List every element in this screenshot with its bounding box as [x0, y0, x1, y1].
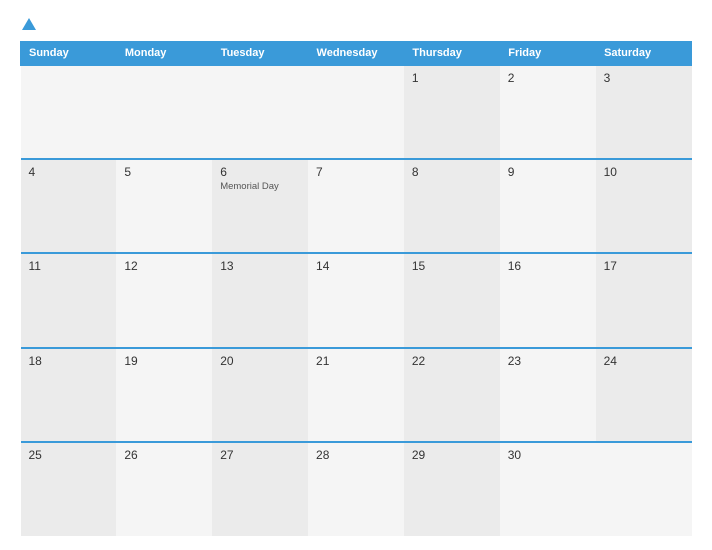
calendar-page: SundayMondayTuesdayWednesdayThursdayFrid… — [0, 0, 712, 550]
calendar-cell — [596, 442, 692, 536]
day-number: 23 — [508, 354, 588, 368]
day-number: 26 — [124, 448, 204, 462]
day-number: 7 — [316, 165, 396, 179]
day-number: 30 — [508, 448, 588, 462]
calendar-cell: 6 Memorial Day — [212, 159, 308, 253]
calendar-cell: 27 — [212, 442, 308, 536]
weekday-header-thursday: Thursday — [404, 42, 500, 66]
calendar-cell: 24 — [596, 348, 692, 442]
calendar-cell: 26 — [116, 442, 212, 536]
calendar-cell: 15 — [404, 253, 500, 347]
calendar-cell: 11 — [21, 253, 117, 347]
calendar-cell: 19 — [116, 348, 212, 442]
calendar-cell: 7 — [308, 159, 404, 253]
calendar-cell: 8 — [404, 159, 500, 253]
calendar-cell: 25 — [21, 442, 117, 536]
day-number: 6 — [220, 165, 300, 179]
day-number: 17 — [604, 259, 684, 273]
calendar-cell: 20 — [212, 348, 308, 442]
calendar-cell: 29 — [404, 442, 500, 536]
day-number: 2 — [508, 71, 588, 85]
day-number: 15 — [412, 259, 492, 273]
calendar-cell — [212, 65, 308, 159]
day-number: 3 — [604, 71, 684, 85]
day-number: 25 — [29, 448, 109, 462]
calendar-cell: 13 — [212, 253, 308, 347]
week-row-3: 18 19 20 21 22 23 24 — [21, 348, 692, 442]
week-row-1: 4 5 6 Memorial Day 7 8 9 10 — [21, 159, 692, 253]
day-number: 11 — [29, 259, 109, 273]
calendar-cell: 3 — [596, 65, 692, 159]
calendar-table: SundayMondayTuesdayWednesdayThursdayFrid… — [20, 41, 692, 536]
calendar-cell: 4 — [21, 159, 117, 253]
weekday-header-saturday: Saturday — [596, 42, 692, 66]
calendar-cell: 21 — [308, 348, 404, 442]
day-number: 12 — [124, 259, 204, 273]
day-number: 13 — [220, 259, 300, 273]
calendar-cell: 22 — [404, 348, 500, 442]
calendar-cell: 17 — [596, 253, 692, 347]
calendar-cell — [308, 65, 404, 159]
calendar-cell: 2 — [500, 65, 596, 159]
day-number: 29 — [412, 448, 492, 462]
week-row-2: 11 12 13 14 15 16 17 — [21, 253, 692, 347]
day-number: 1 — [412, 71, 492, 85]
logo — [20, 18, 36, 31]
day-number: 24 — [604, 354, 684, 368]
calendar-cell: 18 — [21, 348, 117, 442]
week-row-0: 1 2 3 — [21, 65, 692, 159]
calendar-cell — [21, 65, 117, 159]
calendar-cell: 30 — [500, 442, 596, 536]
weekday-header-sunday: Sunday — [21, 42, 117, 66]
calendar-cell: 9 — [500, 159, 596, 253]
day-number: 4 — [29, 165, 109, 179]
day-number: 10 — [604, 165, 684, 179]
day-number: 16 — [508, 259, 588, 273]
holiday-label: Memorial Day — [220, 181, 300, 192]
day-number: 28 — [316, 448, 396, 462]
calendar-cell: 5 — [116, 159, 212, 253]
calendar-cell: 10 — [596, 159, 692, 253]
weekday-header-row: SundayMondayTuesdayWednesdayThursdayFrid… — [21, 42, 692, 66]
day-number: 22 — [412, 354, 492, 368]
weekday-header-tuesday: Tuesday — [212, 42, 308, 66]
day-number: 18 — [29, 354, 109, 368]
calendar-cell — [116, 65, 212, 159]
weekday-header-monday: Monday — [116, 42, 212, 66]
day-number: 14 — [316, 259, 396, 273]
day-number: 9 — [508, 165, 588, 179]
calendar-cell: 12 — [116, 253, 212, 347]
day-number: 20 — [220, 354, 300, 368]
day-number: 5 — [124, 165, 204, 179]
calendar-cell: 16 — [500, 253, 596, 347]
weekday-header-wednesday: Wednesday — [308, 42, 404, 66]
calendar-cell: 23 — [500, 348, 596, 442]
logo-triangle-icon — [22, 18, 36, 30]
day-number: 27 — [220, 448, 300, 462]
calendar-cell: 28 — [308, 442, 404, 536]
calendar-cell: 1 — [404, 65, 500, 159]
day-number: 19 — [124, 354, 204, 368]
weekday-header-friday: Friday — [500, 42, 596, 66]
calendar-cell: 14 — [308, 253, 404, 347]
calendar-header — [20, 18, 692, 31]
day-number: 8 — [412, 165, 492, 179]
day-number: 21 — [316, 354, 396, 368]
week-row-4: 25 26 27 28 29 30 — [21, 442, 692, 536]
